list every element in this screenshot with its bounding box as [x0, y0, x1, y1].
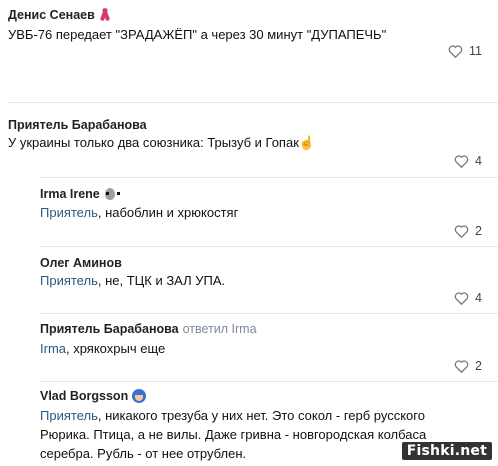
author-name[interactable]: Олег Аминов [40, 256, 122, 270]
mention-link[interactable]: Приятель [40, 205, 98, 220]
reply-text-content: , хрякохрыч еще [66, 341, 166, 356]
mention-link[interactable]: Irma [40, 341, 66, 356]
like-count: 2 [475, 359, 482, 373]
reply-text-content: , никакого трезуба у них нет. Это сокол … [97, 408, 425, 423]
reply-text-line: серебра. Рубль - от нее отрублен. [40, 446, 247, 461]
divider [8, 102, 498, 103]
comment-author[interactable]: Денис Сенаев [8, 8, 111, 22]
divider [40, 177, 498, 178]
author-name[interactable]: Приятель Барабанова [8, 118, 147, 132]
helmet-icon [132, 389, 147, 403]
comments-page: Денис Сенаев УВБ-76 передает "ЗРАДАЖЁП" … [0, 0, 498, 466]
like-count: 4 [475, 291, 482, 305]
reply-text-line: Рюрика. Птица, а не вилы. Даже гривна - … [40, 427, 427, 442]
mention-link[interactable]: Приятель [40, 408, 98, 423]
like-button[interactable]: 4 [454, 154, 482, 168]
ribbon-icon [99, 8, 111, 22]
like-count: 11 [469, 44, 482, 58]
author-name[interactable]: Денис Сенаев [8, 8, 95, 22]
comment-author[interactable]: Приятель Барабанова [8, 118, 147, 132]
like-button[interactable]: 11 [448, 44, 482, 58]
reply-author[interactable]: Irma Irene [40, 187, 120, 201]
heart-icon [448, 45, 463, 58]
like-button[interactable]: 4 [454, 291, 482, 305]
point-up-icon: ☝ [298, 135, 316, 150]
heart-icon [454, 360, 469, 373]
author-name[interactable]: Irma Irene [40, 187, 100, 201]
mention-link[interactable]: Приятель [40, 273, 98, 288]
divider [40, 381, 498, 382]
comment-text: У украины только два союзника: Трызуб и … [8, 133, 315, 152]
like-count: 4 [475, 154, 482, 168]
heart-icon [454, 225, 469, 238]
divider [40, 313, 498, 314]
like-button[interactable]: 2 [454, 224, 482, 238]
comment-text-line: У украины только два союзника: Трызуб и … [8, 135, 299, 150]
author-name[interactable]: Vlad Borgsson [40, 389, 128, 403]
comment-text: УВБ-76 передает "ЗРАДАЖЁП" а через 30 ми… [8, 27, 387, 42]
reply-text: Приятель, никакого трезуба у них нет. Эт… [40, 406, 425, 425]
reply-author[interactable]: Vlad Borgsson [40, 389, 147, 403]
like-button[interactable]: 2 [454, 359, 482, 373]
reply-author[interactable]: Олег Аминов [40, 256, 122, 270]
reply-text-content: , набоблин и хрюкостяг [97, 205, 239, 220]
reply-text: Приятель, набоблин и хрюкостяг [40, 203, 238, 222]
reply-author[interactable]: Приятель Барабанова ответил Irma [40, 322, 257, 336]
divider [40, 246, 498, 247]
replied-to-link[interactable]: ответил Irma [183, 322, 257, 336]
author-name[interactable]: Приятель Барабанова [40, 322, 179, 336]
reply-text: Приятель, не, ТЦК и ЗАЛ УПА. [40, 271, 225, 290]
reply-text-content: , не, ТЦК и ЗАЛ УПА. [97, 273, 226, 288]
watermark-logo: Fishki.net [401, 442, 492, 460]
heart-icon [454, 292, 469, 305]
reply-text: Irma, хрякохрыч еще [40, 339, 165, 358]
alien-icon [104, 187, 120, 201]
heart-icon [454, 155, 469, 168]
like-count: 2 [475, 224, 482, 238]
